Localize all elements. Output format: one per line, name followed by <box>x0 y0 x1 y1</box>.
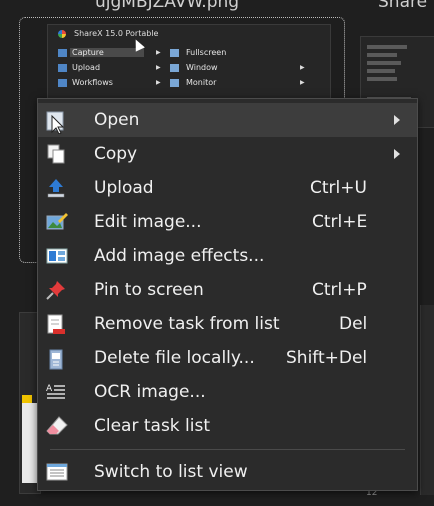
menu-item-shortcut: Ctrl+E <box>312 212 368 232</box>
menu-item-delete-file[interactable]: Delete file locally... Shift+Del <box>38 341 417 375</box>
file-title-left: ujgMBJZAVW.png <box>95 0 240 12</box>
sharex-logo-icon <box>58 30 66 38</box>
menu-separator <box>50 449 405 450</box>
open-icon <box>46 110 66 135</box>
chevron-right-icon: ▶ <box>156 64 161 71</box>
remove-task-icon <box>46 314 66 334</box>
menu-item-label: Delete file locally... <box>94 348 255 368</box>
fullscreen-icon <box>170 49 179 57</box>
menu-item-copy[interactable]: Copy <box>38 137 417 171</box>
svg-text:A: A <box>46 384 53 394</box>
menu-item-add-image-effects[interactable]: Add image effects... <box>38 239 417 273</box>
context-menu: Open Copy Upload Ctrl+U Edit image... Ct… <box>37 98 418 491</box>
menu-item-label: Switch to list view <box>94 462 248 482</box>
thumbnail-menu-item: Workflows <box>72 78 113 87</box>
menu-item-label: OCR image... <box>94 382 206 402</box>
menu-item-label: Edit image... <box>94 212 202 232</box>
copy-icon <box>46 144 66 164</box>
menu-item-open[interactable]: Open <box>38 103 417 137</box>
list-view-icon <box>46 462 68 482</box>
workflows-icon <box>58 79 67 87</box>
menu-item-switch-list-view[interactable]: Switch to list view <box>38 455 417 489</box>
menu-item-label: Clear task list <box>94 416 211 436</box>
menu-item-label: Add image effects... <box>94 246 265 266</box>
menu-item-shortcut: Ctrl+P <box>312 280 367 300</box>
delete-file-icon <box>46 348 66 370</box>
submenu-arrow-icon <box>394 115 400 125</box>
upload-icon <box>46 178 66 198</box>
ocr-icon: A <box>46 382 66 402</box>
menu-item-upload[interactable]: Upload Ctrl+U <box>38 171 417 205</box>
menu-item-shortcut: Ctrl+U <box>310 178 367 198</box>
monitor-icon <box>170 79 179 87</box>
task-thumbnail-lower-right[interactable] <box>420 305 434 495</box>
upload-icon <box>58 64 67 72</box>
thumbnail-app-title: ShareX 15.0 Portable <box>74 29 159 38</box>
thumbnail-submenu-item: Fullscreen <box>186 48 227 57</box>
menu-item-label: Open <box>94 110 140 130</box>
menu-item-label: Pin to screen <box>94 280 204 300</box>
submenu-arrow-icon <box>394 149 400 159</box>
thumbnail-submenu-item: Monitor <box>186 78 217 87</box>
thumbnail-menu-item: Capture <box>70 48 144 57</box>
menu-item-shortcut: Shift+Del <box>286 348 368 368</box>
file-title-right: Share <box>378 0 428 12</box>
pin-icon <box>46 280 66 300</box>
menu-item-shortcut: Del <box>339 314 368 334</box>
thumbnail-menu-item: Upload <box>72 63 101 72</box>
image-effects-icon <box>46 246 68 266</box>
menu-item-edit-image[interactable]: Edit image... Ctrl+E <box>38 205 417 239</box>
menu-item-clear-task-list[interactable]: Clear task list <box>38 409 417 443</box>
menu-item-label: Remove task from list <box>94 314 280 334</box>
chevron-right-icon: ▶ <box>300 64 305 71</box>
menu-item-pin-to-screen[interactable]: Pin to screen Ctrl+P <box>38 273 417 307</box>
eraser-icon <box>46 416 68 436</box>
capture-icon <box>58 49 67 57</box>
chevron-right-icon: ▶ <box>300 79 305 86</box>
menu-item-label: Copy <box>94 144 138 164</box>
chevron-right-icon: ▶ <box>156 79 161 86</box>
menu-item-label: Upload <box>94 178 154 198</box>
thumbnail-submenu-item: Window <box>186 63 218 72</box>
menu-item-ocr-image[interactable]: A OCR image... <box>38 375 417 409</box>
edit-image-icon <box>46 212 68 232</box>
menu-item-remove-task[interactable]: Remove task from list Del <box>38 307 417 341</box>
chevron-right-icon: ▶ <box>156 49 161 56</box>
window-icon <box>170 64 179 72</box>
